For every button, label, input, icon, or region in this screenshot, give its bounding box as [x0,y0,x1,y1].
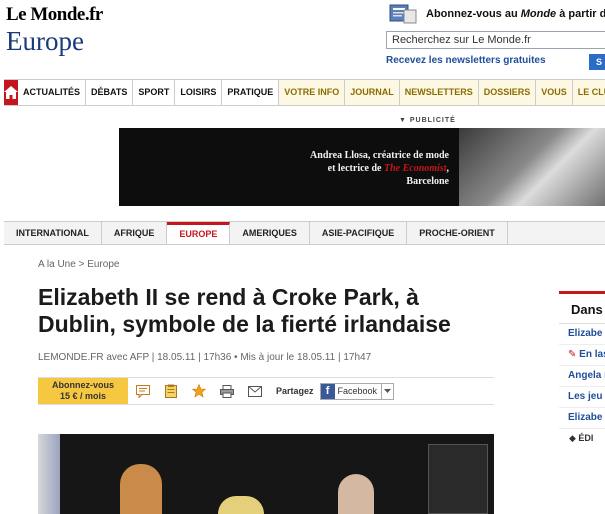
comment-icon [136,384,150,398]
share-label: Partagez [276,386,314,396]
article-photo [38,434,494,514]
pencil-icon: ✎ [568,349,577,360]
favorite-button[interactable] [186,381,212,401]
tab-proche-orient[interactable]: PROCHE-ORIENT [407,222,508,244]
nav-item-actualites[interactable]: ACTUALITÉS [18,80,86,105]
search-input[interactable]: Recherchez sur Le Monde.fr [386,31,605,49]
article-toolbar: Abonnez-vous 15 € / mois Partagez f Face… [38,377,494,405]
article-meta: LEMONDE.FR avec AFP | 18.05.11 | 17h36 •… [38,352,372,363]
tab-ameriques[interactable]: AMERIQUES [230,222,310,244]
facebook-label: Facebook [337,386,378,396]
breadcrumb[interactable]: A la Une > Europe [38,259,119,270]
section-title: Europe [6,26,84,56]
print-button[interactable] [214,381,240,401]
home-button[interactable] [4,80,18,105]
email-button[interactable] [242,381,268,401]
sidebar-dans: Dans Elizabe symbol ✎ En lastmin Angela … [559,291,605,514]
sidebar-edition-label: ◆ ÉDI [569,433,594,443]
tab-international[interactable]: INTERNATIONAL [4,222,102,244]
comment-button[interactable] [130,381,156,401]
tab-europe[interactable]: EUROPE [167,222,231,244]
star-icon [192,384,206,398]
sidebar-link[interactable]: ✎ En lastmin [559,345,605,366]
photo-person [338,474,374,514]
photo-background [428,444,488,514]
facebook-share-button[interactable]: f Facebook [319,382,395,400]
sidebar-link[interactable]: Les jeu clamer [559,387,605,408]
sidebar-title: Dans [559,294,605,324]
photo-person [120,464,162,514]
facebook-icon: f [320,383,335,399]
tab-asie-pacifique[interactable]: ASIE-PACIFIQUE [310,222,408,244]
region-nav: INTERNATIONAL AFRIQUE EUROPE AMERIQUES A… [4,221,605,245]
newsletter-link[interactable]: Recevez les newsletters gratuites [386,55,546,66]
subscribe-button[interactable]: Abonnez-vous 15 € / mois [38,378,128,404]
clipboard-icon [165,384,177,398]
subscribe-promo[interactable]: Abonnez-vous au Monde à partir de 15 [426,8,605,20]
newspaper-tablet-icon[interactable] [389,4,417,24]
chevron-down-icon[interactable] [381,383,393,399]
advertisement-banner[interactable]: Andrea Llosa, créatrice de mode et lectr… [119,128,605,206]
envelope-icon [248,385,262,397]
nav-item-loisirs[interactable]: LOISIRS [175,80,223,105]
main-nav: ACTUALITÉS DÉBATS SPORT LOISIRS PRATIQUE… [4,79,605,106]
nav-item-journal[interactable]: JOURNAL [345,80,400,105]
photo-hat [218,496,264,514]
nav-item-vous[interactable]: VOUS [536,80,573,105]
photo-flag [38,434,60,514]
home-icon [4,86,18,99]
nav-item-dossiers[interactable]: DOSSIERS [478,80,537,105]
tab-afrique[interactable]: AFRIQUE [102,222,168,244]
nav-item-pratique[interactable]: PRATIQUE [222,80,280,105]
nav-item-votre-info[interactable]: VOTRE INFO [279,80,346,105]
nav-item-newsletters[interactable]: NEWSLETTERS [399,80,479,105]
ad-label: ▼ PUBLICITÉ [399,117,456,124]
classeur-button[interactable] [158,381,184,401]
lemonde-logo[interactable]: Le Monde.fr [6,4,103,26]
ad-photo [459,128,605,206]
nav-item-le-club[interactable]: LE CLUB [572,80,605,105]
search-button[interactable]: S [589,54,605,70]
nav-item-sport[interactable]: SPORT [133,80,176,105]
nav-item-debats[interactable]: DÉBATS [86,80,134,105]
sidebar-link[interactable]: Elizabe [559,408,605,429]
article-headline: Elizabeth II se rend à Croke Park, à Dub… [38,284,451,337]
sidebar-link[interactable]: Elizabe symbol [559,324,605,345]
sidebar-link[interactable]: Angela retraite [559,366,605,387]
printer-icon [220,384,234,398]
ad-text: Andrea Llosa, créatrice de mode et lectr… [310,150,449,187]
